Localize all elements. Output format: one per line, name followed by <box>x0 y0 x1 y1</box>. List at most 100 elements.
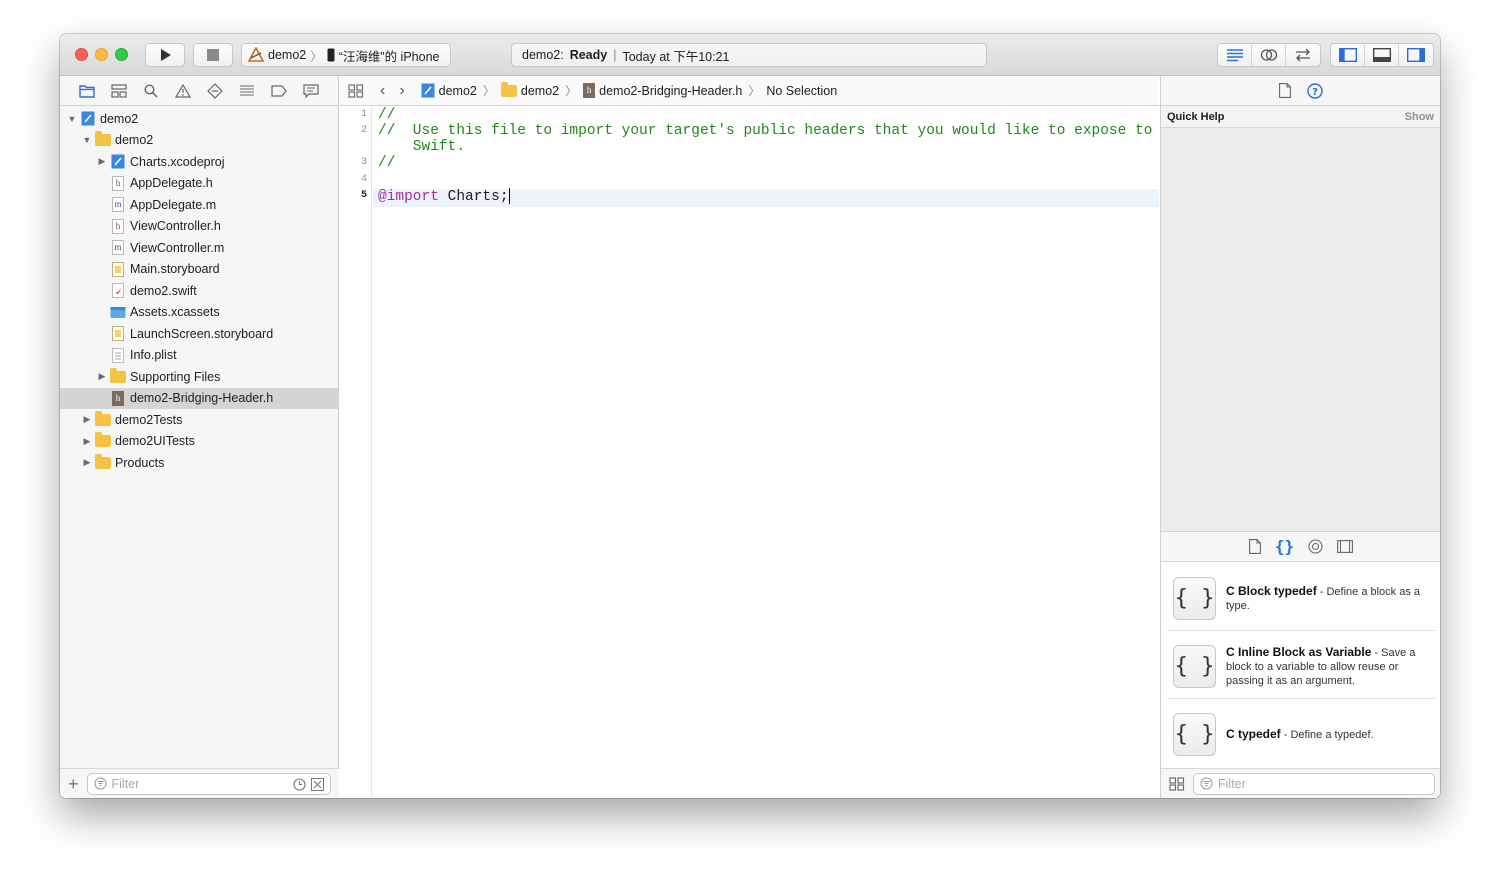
file-tree-label: LaunchScreen.storyboard <box>130 326 274 341</box>
line-number: 2 <box>360 125 367 136</box>
related-items-grid-icon[interactable] <box>348 83 364 98</box>
file-tree-row[interactable]: ▼ demo2 <box>60 108 338 130</box>
file-tree-row[interactable]: ▶ Products <box>60 452 338 474</box>
quick-help-show-button[interactable]: Show <box>1405 111 1434 123</box>
file-tree-row[interactable]: Assets.xcassets <box>60 302 338 324</box>
file-tree-row[interactable]: ▶ Charts.xcodeproj <box>60 151 338 173</box>
stop-icon <box>207 49 219 61</box>
file-template-icon[interactable] <box>1248 539 1261 554</box>
file-tree-row[interactable]: Info.plist <box>60 345 338 367</box>
xcode-project-icon <box>80 111 96 127</box>
disclosure-closed-icon[interactable]: ▶ <box>81 436 93 447</box>
file-inspector-icon[interactable] <box>1278 83 1291 98</box>
disclosure-closed-icon[interactable]: ▶ <box>81 414 93 425</box>
close-window-button[interactable] <box>75 48 88 61</box>
warning-icon[interactable] <box>172 80 194 102</box>
file-tree-row[interactable]: m AppDelegate.m <box>60 194 338 216</box>
file-tree-row[interactable]: demo2.swift <box>60 280 338 302</box>
breadcrumb-file[interactable]: h demo2-Bridging-Header.h <box>583 83 742 98</box>
file-tree-label: Charts.xcodeproj <box>130 154 225 169</box>
inspector-selector-bar: ? <box>1161 76 1440 106</box>
toolbar: demo2 〉 “汪海维”的 iPhone demo2: Ready | Tod… <box>60 34 1440 76</box>
test-diamond-icon[interactable] <box>204 80 226 102</box>
scheme-device-name[interactable]: “汪海维”的 iPhone <box>339 46 440 65</box>
source-control-navigator-icon[interactable] <box>108 80 130 102</box>
file-tree-label: demo2UITests <box>115 434 195 449</box>
forward-arrow-icon[interactable]: › <box>395 82 414 100</box>
activity-project: demo2: <box>522 48 564 62</box>
file-tree-label: demo2-Bridging-Header.h <box>130 391 274 406</box>
file-tree-row[interactable]: m ViewController.m <box>60 237 338 259</box>
disclosure-closed-icon[interactable]: ▶ <box>81 457 93 468</box>
file-tree-row[interactable]: h demo2-Bridging-Header.h <box>60 387 338 409</box>
quick-help-header: Quick Help Show <box>1161 106 1440 128</box>
code-line-3: // <box>378 155 396 171</box>
assistant-editor-button[interactable] <box>1252 44 1286 66</box>
library-filter-bar: Filter <box>1161 768 1440 798</box>
breadcrumb-group[interactable]: demo2 <box>500 81 560 98</box>
standard-editor-button[interactable] <box>1218 44 1252 66</box>
plist-file-icon <box>110 347 126 363</box>
minimize-window-button[interactable] <box>95 48 108 61</box>
iphone-icon <box>327 48 335 62</box>
code-snippet-icon[interactable]: {} <box>1275 537 1294 556</box>
quick-help-icon[interactable]: ? <box>1306 82 1323 99</box>
file-tree-row[interactable]: ▶ demo2UITests <box>60 431 338 453</box>
file-tree-row[interactable]: ▼ demo2 <box>60 130 338 152</box>
file-tree-row[interactable]: Main.storyboard <box>60 259 338 281</box>
toggle-utilities-button[interactable] <box>1399 44 1433 66</box>
run-button[interactable] <box>145 43 185 67</box>
navigator-filter-field[interactable]: Filter <box>86 772 331 795</box>
breadcrumb-selection[interactable]: No Selection <box>766 84 837 98</box>
disclosure-closed-icon[interactable]: ▶ <box>96 156 108 167</box>
scheme-selector[interactable]: demo2 〉 “汪海维”的 iPhone <box>241 43 451 67</box>
breadcrumb-file-label: demo2-Bridging-Header.h <box>599 83 743 98</box>
code-line-5: @import Charts; <box>378 188 510 205</box>
file-tree-label: Products <box>115 455 165 470</box>
file-tree-row[interactable]: LaunchScreen.storyboard <box>60 323 338 345</box>
disclosure-open-icon[interactable]: ▼ <box>81 135 93 145</box>
clock-icon[interactable] <box>292 777 306 791</box>
breadcrumb-group-label: demo2 <box>520 83 560 98</box>
search-icon[interactable] <box>140 80 162 102</box>
breakpoint-icon[interactable] <box>268 80 290 102</box>
panel-visibility-control <box>1330 43 1434 67</box>
disclosure-open-icon[interactable]: ▼ <box>66 114 78 124</box>
scheme-project-name[interactable]: demo2 <box>268 48 306 62</box>
code-line-2: // Use this file to import your target's… <box>378 123 1153 139</box>
activity-separator: | <box>613 48 617 62</box>
object-library-icon[interactable] <box>1308 539 1323 554</box>
report-bubble-icon[interactable] <box>300 80 322 102</box>
media-library-icon[interactable] <box>1337 540 1354 553</box>
file-tree-row[interactable]: h AppDelegate.h <box>60 173 338 195</box>
add-icon[interactable]: + <box>68 775 79 793</box>
navigator-selector-bar <box>60 76 338 106</box>
stop-button[interactable] <box>193 43 233 67</box>
library-item[interactable]: { } C typedef - Define a typedef. <box>1161 700 1440 768</box>
library-filter-field[interactable]: Filter <box>1193 772 1435 795</box>
activity-viewer: demo2: Ready | Today at 下午10:21 <box>511 43 987 67</box>
header-file-icon: h <box>583 83 596 98</box>
toggle-debug-area-button[interactable] <box>1365 44 1399 66</box>
version-editor-button[interactable] <box>1286 44 1320 66</box>
file-tree-row[interactable]: ▶ demo2Tests <box>60 409 338 431</box>
library-item[interactable]: { } C Inline Block as Variable - Save a … <box>1161 632 1440 700</box>
debug-list-icon[interactable] <box>236 80 258 102</box>
filter-icon <box>94 777 107 790</box>
file-tree-row[interactable]: h ViewController.h <box>60 216 338 238</box>
utilities-area: ? Quick Help Show {} { } C Block typedef… <box>1160 76 1440 798</box>
breadcrumb-project[interactable]: demo2 <box>421 83 477 98</box>
grid-view-icon[interactable] <box>1169 776 1185 791</box>
library-item-desc: - Define a typedef. <box>1280 728 1374 741</box>
back-arrow-icon[interactable]: ‹ <box>370 82 389 100</box>
filter-icon <box>1200 777 1213 790</box>
storyboard-icon <box>110 326 126 342</box>
library-item[interactable]: { } C Block typedef - Define a block as … <box>1161 564 1440 632</box>
zoom-window-button[interactable] <box>115 48 128 61</box>
folder-navigator-icon[interactable] <box>76 80 98 102</box>
file-tree-row[interactable]: ▶ Supporting Files <box>60 366 338 388</box>
clear-filter-icon[interactable] <box>310 777 324 791</box>
toggle-navigator-button[interactable] <box>1331 44 1365 66</box>
text-caret <box>508 188 510 204</box>
disclosure-closed-icon[interactable]: ▶ <box>96 371 108 382</box>
